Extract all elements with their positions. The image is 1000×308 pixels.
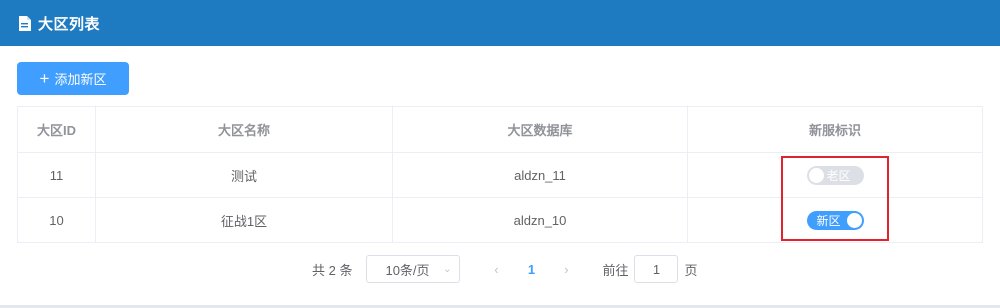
new-server-toggle[interactable]: 新区 — [806, 211, 864, 230]
goto-page-value: 1 — [652, 261, 661, 277]
goto-label: 前往 — [602, 262, 629, 278]
next-page-button[interactable]: › — [552, 262, 580, 277]
region-name-cell: 征战1区 — [96, 198, 393, 243]
toggle-label: 老区 — [826, 168, 851, 183]
page-suffix-label: 页 — [684, 262, 698, 278]
region-database-cell: aldzn_11 — [393, 153, 688, 197]
region-table: 大区ID 大区名称 大区数据库 新服标识 11 测试 aldzn_11 老区 1… — [17, 106, 983, 243]
add-region-button[interactable]: + 添加新区 — [17, 62, 129, 95]
toggle-knob — [846, 213, 862, 228]
table-row: 10 征战1区 aldzn_10 新区 — [18, 198, 982, 243]
table-header-row: 大区ID 大区名称 大区数据库 新服标识 — [18, 107, 982, 153]
region-id-cell: 10 — [18, 198, 96, 243]
prev-page-button[interactable]: ‹ — [482, 262, 510, 277]
goto-page-input[interactable]: 1 — [634, 255, 679, 283]
page-header: 大区列表 — [0, 0, 1000, 46]
pagination: 共 2 条 10条/页 ⌄ ‹ 1 › 前往 1 页 — [312, 255, 698, 283]
toggle-knob — [808, 167, 824, 183]
chevron-down-icon: ⌄ — [443, 263, 452, 275]
pagination-total: 共 2 条 — [312, 262, 353, 278]
new-server-toggle[interactable]: 老区 — [806, 165, 864, 185]
region-name-cell: 测试 — [96, 153, 393, 197]
column-header-database: 大区数据库 — [393, 107, 688, 152]
column-header-id: 大区ID — [18, 107, 96, 152]
region-id-cell: 11 — [18, 153, 96, 197]
page-title: 大区列表 — [38, 15, 101, 33]
column-header-name: 大区名称 — [96, 107, 393, 152]
new-server-flag-cell: 新区 — [688, 198, 982, 243]
table-row: 11 测试 aldzn_11 老区 — [18, 153, 982, 198]
plus-icon: + — [39, 69, 50, 88]
page-size-value: 10条/页 — [385, 262, 430, 278]
toggle-label: 新区 — [816, 214, 841, 228]
page-size-select[interactable]: 10条/页 ⌄ — [366, 255, 461, 283]
current-page-number[interactable]: 1 — [516, 262, 546, 277]
region-database-cell: aldzn_10 — [393, 198, 688, 243]
document-icon — [19, 15, 31, 31]
add-region-label: 添加新区 — [54, 72, 107, 87]
column-header-new-server-flag: 新服标识 — [808, 123, 861, 138]
new-server-flag-cell: 老区 — [688, 153, 982, 197]
